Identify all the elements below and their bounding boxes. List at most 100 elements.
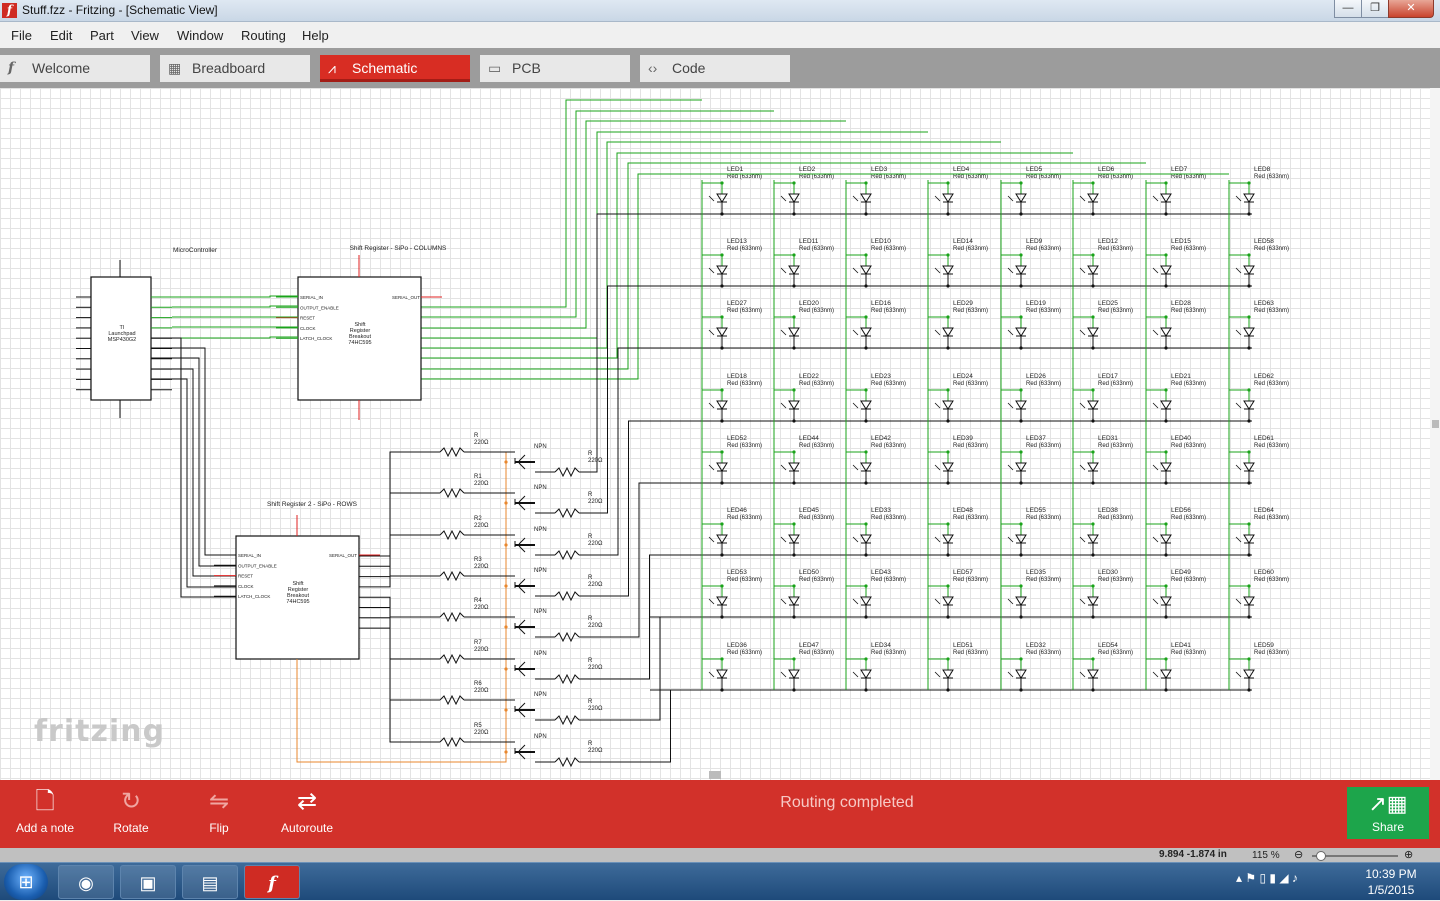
autoroute-icon: ⇄ [296, 788, 318, 815]
menu-edit[interactable]: Edit [50, 28, 72, 43]
rotate-label: Rotate [113, 821, 149, 835]
zoom-slider-handle[interactable] [1316, 851, 1326, 861]
junction-dot [504, 708, 508, 712]
menu-part[interactable]: Part [90, 28, 114, 43]
vertical-scrollbar-thumb[interactable] [1432, 420, 1439, 428]
rotate-button[interactable]: ↻ Rotate [86, 786, 176, 842]
add-note-label: Add a note [15, 821, 75, 835]
junction-dot [864, 522, 868, 526]
share-button[interactable]: ↗▦ Share [1347, 787, 1429, 839]
led-sublabel: Red (633nm) [1254, 515, 1289, 521]
junction-dot [1091, 553, 1095, 557]
sr2-pin-label: RESET [238, 574, 253, 579]
led-sublabel: Red (633nm) [1254, 308, 1289, 314]
shift-register-2-title: Shift Register 2 - SiPo - ROWS [267, 501, 358, 508]
sr2-to-resistor-wire [359, 575, 440, 588]
junction-dot [1247, 181, 1251, 185]
led-label: LED23 [871, 373, 891, 380]
menu-window[interactable]: Window [177, 28, 223, 43]
junction-dot [1019, 450, 1023, 454]
led-sublabel: Red (633nm) [871, 308, 906, 314]
junction-dot [792, 450, 796, 454]
led-led22: LED22Red (633nm) [774, 373, 834, 423]
tab-code[interactable]: ‹› Code [640, 55, 790, 82]
tab-welcome[interactable]: f Welcome [0, 55, 150, 82]
led-sublabel: Red (633nm) [871, 443, 906, 449]
base-resistor-label: R7 [474, 640, 482, 646]
led-led29: LED29Red (633nm) [928, 300, 988, 350]
led-arrow [708, 329, 715, 336]
junction-dot [1164, 253, 1168, 257]
sr2-to-resistor-wire [359, 451, 440, 557]
led-arrow [1079, 195, 1086, 202]
led-diode [942, 462, 954, 472]
fritzing-taskbar-icon[interactable]: f [244, 865, 300, 899]
led-label: LED54 [1098, 642, 1118, 649]
junction-dot [720, 419, 724, 423]
led-arrow [780, 598, 787, 605]
led-label: LED50 [799, 569, 819, 576]
led-led3: LED3Red (633nm) [846, 166, 906, 216]
menu-view[interactable]: View [131, 28, 159, 43]
tab-pcb[interactable]: ▭ PCB [480, 55, 630, 82]
led-diode [1243, 400, 1255, 410]
led-arrow [934, 598, 941, 605]
system-tray[interactable]: ▴ ⚑ ▯ ▮ ◢ ♪ [1236, 871, 1298, 885]
led-diode [716, 596, 728, 606]
maximize-button[interactable]: ❐ [1361, 0, 1389, 18]
network-app-icon[interactable]: ▣ [120, 865, 176, 899]
schematic-canvas[interactable]: LED1 Red (633nm) LED2 Red (633nm) LED3 Red (6… [0, 88, 1440, 780]
led-led14: LED14Red (633nm) [928, 238, 988, 288]
menu-routing[interactable]: Routing [241, 28, 286, 43]
zoom-in-icon[interactable]: ⊕ [1404, 848, 1413, 861]
taskbar-clock[interactable]: 10:39 PM 1/5/2015 [1354, 866, 1428, 898]
collector-resistor-label: R [588, 699, 593, 705]
close-button[interactable]: ✕ [1388, 0, 1434, 18]
tab-schematic[interactable]: ⩘ Schematic [320, 55, 470, 82]
explorer-icon[interactable]: ▤ [182, 865, 238, 899]
minimize-button[interactable]: — [1334, 0, 1362, 18]
vertical-scrollbar[interactable] [1430, 88, 1440, 780]
junction-dot [946, 688, 950, 692]
led-label: LED1 [727, 166, 744, 173]
zoom-out-icon[interactable]: ⊖ [1294, 848, 1303, 861]
led-label: LED58 [1254, 238, 1274, 245]
menu-file[interactable]: File [11, 28, 32, 43]
collector-resistor [554, 631, 580, 643]
led-sublabel: Red (633nm) [871, 515, 906, 521]
junction-dot [864, 181, 868, 185]
schematic-drawing[interactable]: LED1Red (633nm)LED2Red (633nm)LED3Red (6… [0, 88, 1440, 780]
cursor-coordinates: 9.894 -1.874 in [1159, 849, 1227, 860]
flip-button[interactable]: ⇋ Flip [174, 786, 264, 842]
autoroute-button[interactable]: ⇄ Autoroute [262, 786, 352, 842]
flip-label: Flip [209, 821, 229, 835]
led-sublabel: Red (633nm) [799, 515, 834, 521]
led-arrow [852, 464, 859, 471]
led-arrow [1152, 267, 1159, 274]
junction-dot [946, 284, 950, 288]
led-diode [788, 462, 800, 472]
npn-collector [518, 537, 526, 545]
led-sublabel: Red (633nm) [1026, 650, 1061, 656]
led-sublabel: Red (633nm) [1098, 308, 1133, 314]
led-arrow [852, 536, 859, 543]
led-sublabel: Red (633nm) [1254, 246, 1289, 252]
junction-dot [720, 450, 724, 454]
npn-emitter [518, 710, 526, 718]
add-note-button[interactable]: 🗋 Add a note [0, 786, 90, 842]
npn-label: NPN [534, 609, 547, 615]
note-icon: 🗋 [35, 788, 55, 815]
led-arrow [708, 598, 715, 605]
junction-dot [1247, 315, 1251, 319]
led-led44: LED44Red (633nm) [774, 435, 834, 485]
start-button[interactable]: ⊞ [4, 864, 48, 900]
chrome-icon[interactable]: ◉ [58, 865, 114, 899]
junction-dot [1164, 584, 1168, 588]
sr2-pin-label: LATCH_CLOCK [238, 594, 270, 599]
led-label: LED4 [953, 166, 970, 173]
horizontal-scrollbar-thumb[interactable] [709, 771, 721, 779]
menu-help[interactable]: Help [302, 28, 329, 43]
junction-dot [1019, 522, 1023, 526]
junction-dot [1247, 450, 1251, 454]
tab-breadboard[interactable]: ▦ Breadboard [160, 55, 310, 82]
